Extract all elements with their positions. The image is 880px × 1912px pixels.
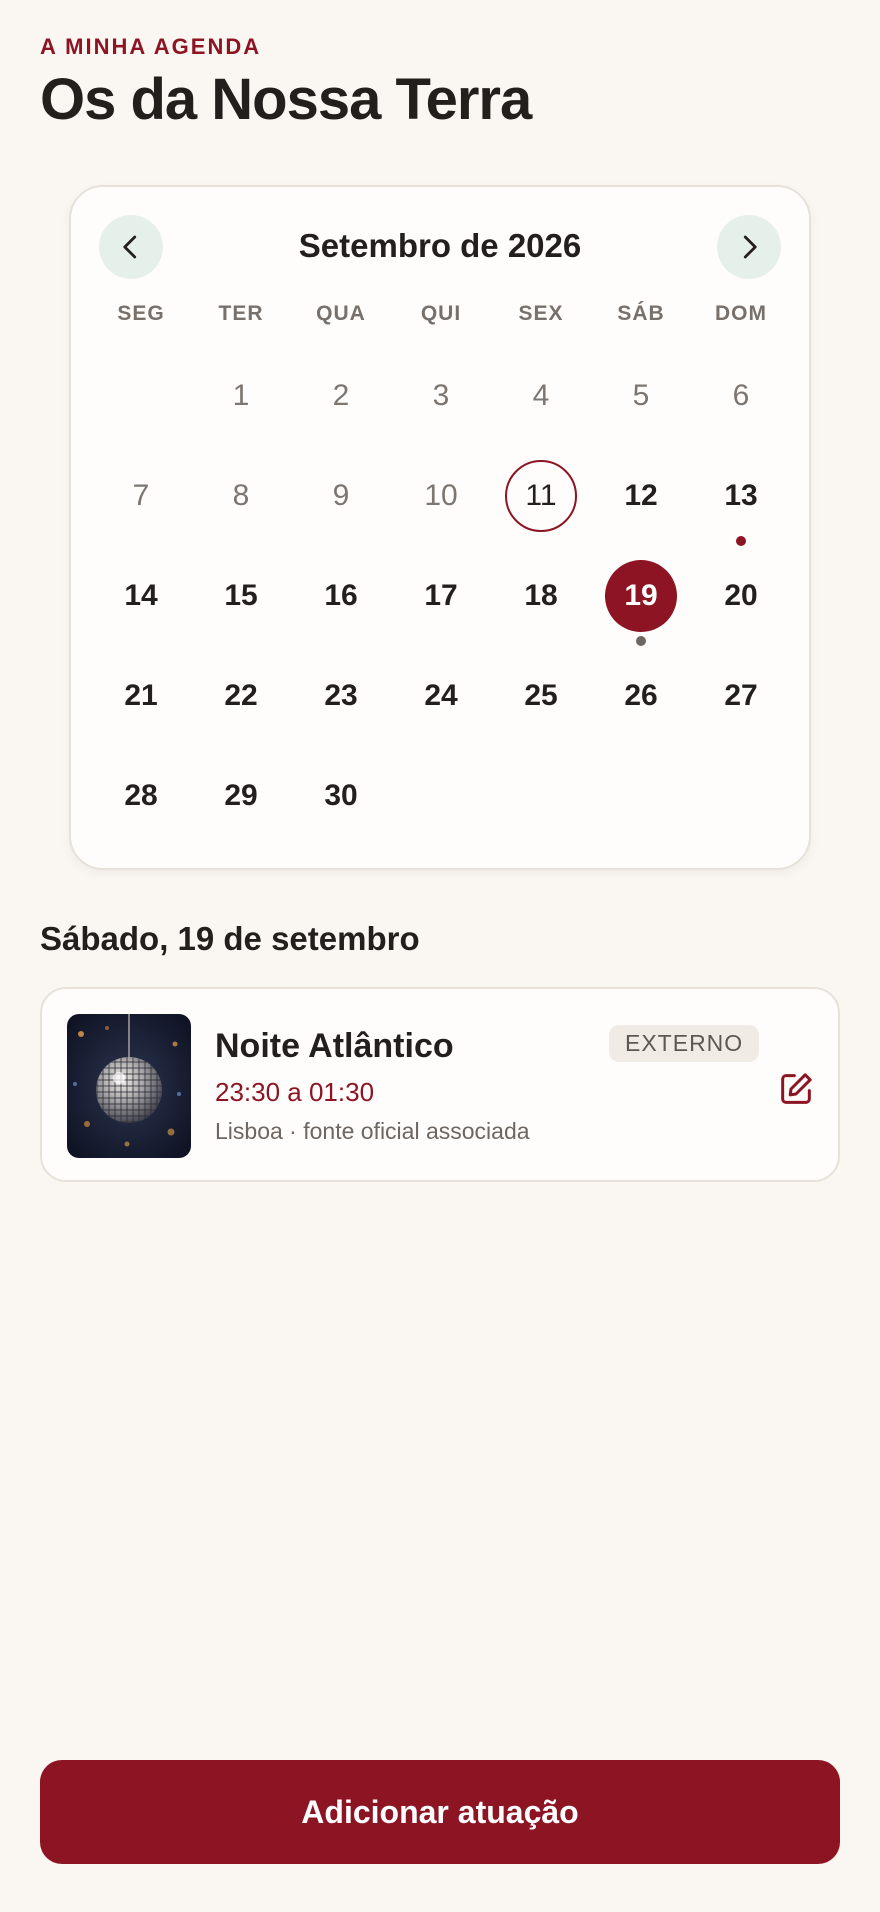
page-title: Os da Nossa Terra	[40, 67, 532, 132]
calendar-day-23[interactable]: 23	[305, 660, 377, 732]
calendar-day-1[interactable]: 1	[205, 360, 277, 432]
calendar-day-7[interactable]: 7	[105, 460, 177, 532]
day-grid: 1 2 3 4 5 6 7 8 9 10 11 12 13 14 15 16 17 18 19 20 21 22 23 24 2…	[71, 187, 809, 868]
calendar-day-11[interactable]: 11	[505, 460, 577, 532]
month-calendar: Setembro de 2026 SEG TER QUA QUI SEX SÁB DOM 1…	[69, 185, 811, 870]
calendar-day-18[interactable]: 18	[505, 560, 577, 632]
calendar-day-14[interactable]: 14	[105, 560, 177, 632]
calendar-day-13[interactable]: 13	[705, 460, 777, 532]
edit-event-button[interactable]	[776, 1069, 816, 1109]
calendar-day-29[interactable]: 29	[205, 760, 277, 832]
calendar-day-5[interactable]: 5	[605, 360, 677, 432]
add-performance-button[interactable]: Adicionar atuação	[40, 1760, 840, 1864]
disco-ball-image	[67, 1014, 191, 1158]
calendar-day-8[interactable]: 8	[205, 460, 277, 532]
edit-icon	[781, 1073, 812, 1104]
event-time: 23:30 a 01:30	[215, 1077, 375, 1107]
event-thumbnail	[67, 1014, 191, 1158]
calendar-day-20[interactable]: 20	[705, 560, 777, 632]
calendar-day-12[interactable]: 12	[605, 460, 677, 532]
event-location: Lisboa · fonte oficial associada	[215, 1118, 530, 1144]
calendar-day-3[interactable]: 3	[405, 360, 477, 432]
calendar-day-25[interactable]: 25	[505, 660, 577, 732]
calendar-day-16[interactable]: 16	[305, 560, 377, 632]
calendar-day-17[interactable]: 17	[405, 560, 477, 632]
calendar-day-28[interactable]: 28	[105, 760, 177, 832]
event-title: Noite Atlântico	[215, 1027, 454, 1065]
selected-day-heading: Sábado, 19 de setembro	[40, 920, 420, 957]
calendar-day-24[interactable]: 24	[405, 660, 477, 732]
calendar-day-2[interactable]: 2	[305, 360, 377, 432]
calendar-day-30[interactable]: 30	[305, 760, 377, 832]
source-badge: EXTERNO	[609, 1025, 760, 1062]
section-eyebrow: A MINHA AGENDA	[40, 34, 262, 59]
calendar-day-22[interactable]: 22	[205, 660, 277, 732]
calendar-day-21[interactable]: 21	[105, 660, 177, 732]
event-card[interactable]: Noite Atlântico EXTERNO 23:30 a 01:30 Li…	[40, 987, 840, 1182]
calendar-day-27[interactable]: 27	[705, 660, 777, 732]
calendar-day-15[interactable]: 15	[205, 560, 277, 632]
calendar-day-10[interactable]: 10	[405, 460, 477, 532]
calendar-day-9[interactable]: 9	[305, 460, 377, 532]
event-indicator-dot	[636, 636, 646, 646]
calendar-day-6[interactable]: 6	[705, 360, 777, 432]
event-indicator-dot	[736, 536, 746, 546]
calendar-day-4[interactable]: 4	[505, 360, 577, 432]
app-screen: A MINHA AGENDA Os da Nossa Terra Setembr…	[0, 0, 880, 1912]
calendar-day-19[interactable]: 19	[605, 560, 677, 632]
calendar-day-26[interactable]: 26	[605, 660, 677, 732]
